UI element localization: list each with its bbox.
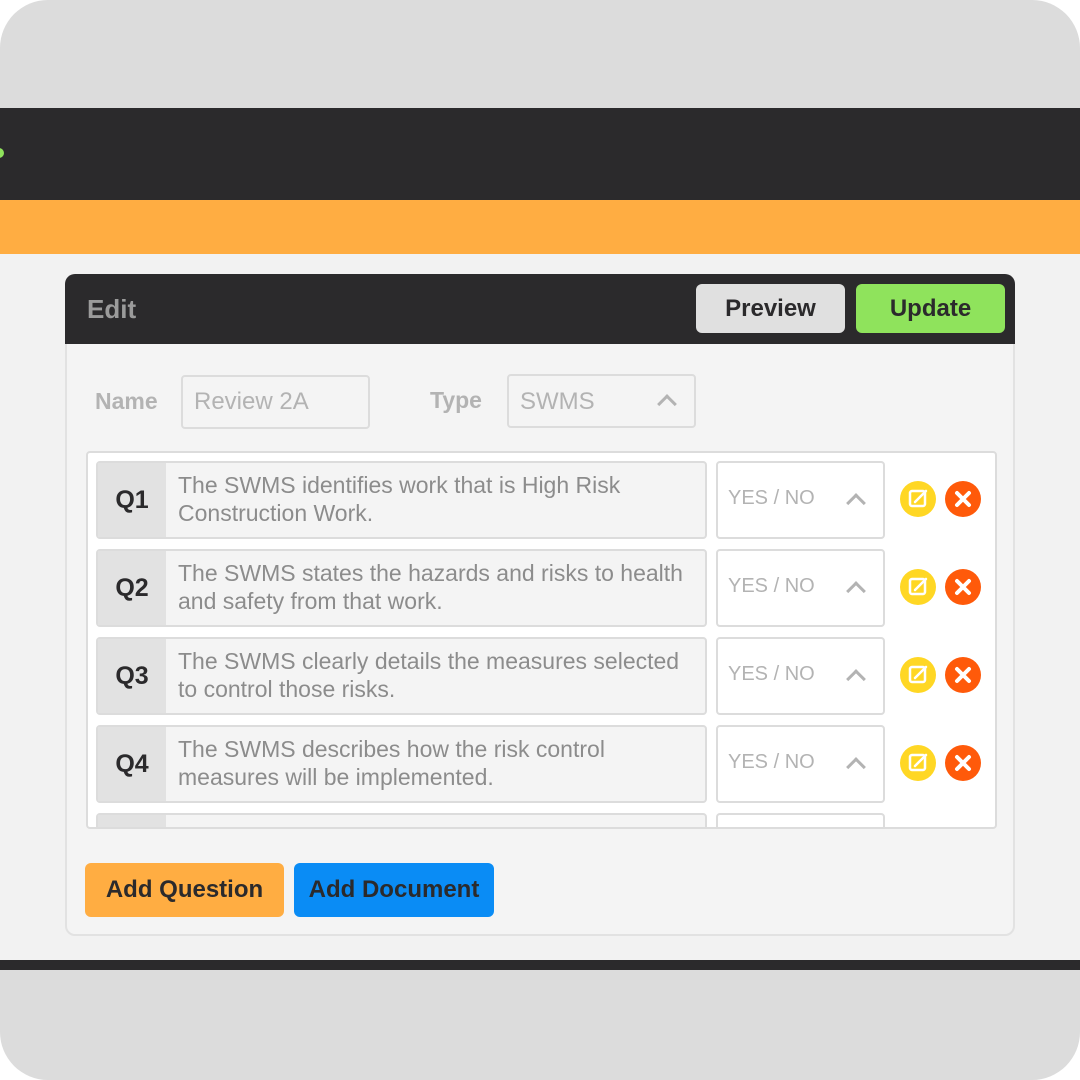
question-number: Q2 [98, 551, 166, 625]
answer-select[interactable]: YES / NO [716, 725, 885, 803]
preview-button[interactable]: Preview [696, 284, 845, 333]
edit-panel: Edit Preview Update Name Type SWMS Q1 Th… [65, 274, 1015, 936]
answer-select-value: YES / NO [728, 487, 815, 509]
app-screen: Edit Preview Update Name Type SWMS Q1 Th… [0, 108, 1080, 970]
question-box[interactable] [96, 813, 707, 827]
question-row-partial [96, 813, 991, 827]
question-number: Q3 [98, 639, 166, 713]
question-box[interactable]: Q1 The SWMS identifies work that is High… [96, 461, 707, 539]
question-row: Q4 The SWMS describes how the risk contr… [96, 725, 991, 803]
add-document-button[interactable]: Add Document [294, 863, 494, 917]
accent-bar [0, 200, 1080, 254]
question-text: The SWMS describes how the risk control … [178, 736, 605, 790]
type-select-value: SWMS [520, 388, 595, 415]
question-text: The SWMS identifies work that is High Ri… [178, 472, 621, 526]
close-icon[interactable] [945, 569, 981, 605]
answer-select-value: YES / NO [728, 751, 815, 773]
answer-select-value: YES / NO [728, 663, 815, 685]
question-list[interactable]: Q1 The SWMS identifies work that is High… [86, 451, 997, 829]
answer-select[interactable]: YES / NO [716, 461, 885, 539]
edit-icon[interactable] [900, 657, 936, 693]
panel-header: Edit Preview Update [65, 274, 1015, 344]
edit-icon[interactable] [900, 569, 936, 605]
device-frame: Edit Preview Update Name Type SWMS Q1 Th… [0, 0, 1080, 1080]
question-box[interactable]: Q3 The SWMS clearly details the measures… [96, 637, 707, 715]
name-label: Name [95, 388, 158, 414]
type-select[interactable]: SWMS [507, 374, 696, 428]
panel-title: Edit [87, 294, 137, 324]
question-text: The SWMS clearly details the measures se… [178, 648, 680, 702]
question-row: Q1 The SWMS identifies work that is High… [96, 461, 991, 539]
question-box[interactable]: Q2 The SWMS states the hazards and risks… [96, 549, 707, 627]
bottom-bar [0, 960, 1080, 970]
chevron-up-icon [846, 581, 866, 601]
question-number [98, 815, 166, 827]
question-number: Q1 [98, 463, 166, 537]
edit-icon[interactable] [900, 481, 936, 517]
chevron-up-icon [846, 669, 866, 689]
question-number: Q4 [98, 727, 166, 801]
question-row: Q3 The SWMS clearly details the measures… [96, 637, 991, 715]
answer-select[interactable]: YES / NO [716, 549, 885, 627]
chevron-up-icon [657, 394, 677, 414]
answer-select[interactable] [716, 813, 885, 827]
chevron-up-icon [846, 757, 866, 777]
add-question-button[interactable]: Add Question [85, 863, 284, 917]
update-button[interactable]: Update [856, 284, 1005, 333]
chevron-up-icon [846, 493, 866, 513]
answer-select[interactable]: YES / NO [716, 637, 885, 715]
top-navbar [0, 108, 1080, 200]
status-dot [0, 148, 4, 158]
edit-icon[interactable] [900, 745, 936, 781]
answer-select-value: YES / NO [728, 575, 815, 597]
question-text: The SWMS states the hazards and risks to… [178, 560, 683, 614]
name-input[interactable] [181, 375, 370, 429]
question-row: Q2 The SWMS states the hazards and risks… [96, 549, 991, 627]
close-icon[interactable] [945, 745, 981, 781]
close-icon[interactable] [945, 657, 981, 693]
type-label: Type [430, 387, 482, 413]
question-box[interactable]: Q4 The SWMS describes how the risk contr… [96, 725, 707, 803]
close-icon[interactable] [945, 481, 981, 517]
